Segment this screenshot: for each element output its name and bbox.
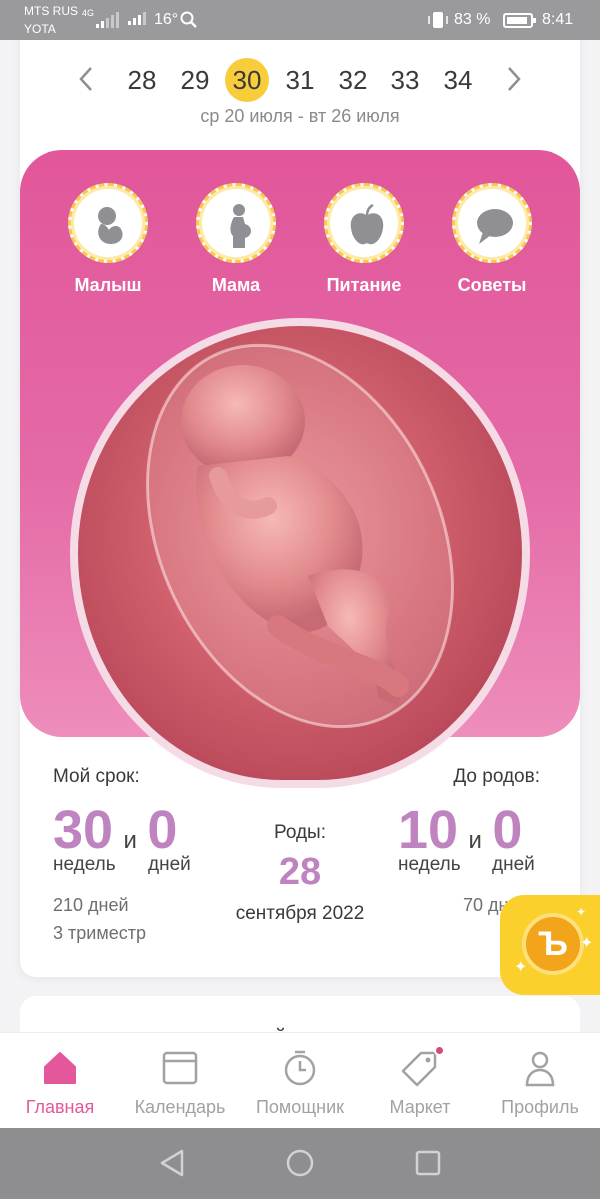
week-date-range: ср 20 июля - вт 26 июля: [200, 106, 400, 126]
week-31[interactable]: 31: [278, 58, 322, 102]
category-nutrition[interactable]: Питание: [324, 183, 404, 296]
week-29[interactable]: 29: [173, 58, 217, 102]
week-34[interactable]: 34: [436, 58, 480, 102]
until-and: и: [468, 827, 482, 854]
until-weeks-unit: недель: [398, 854, 461, 875]
tab-assistant-label: Помощник: [255, 1097, 344, 1117]
week-33[interactable]: 33: [383, 58, 427, 102]
tab-calendar-label: Календарь: [134, 1097, 226, 1117]
tab-market[interactable]: Маркет: [360, 1033, 480, 1129]
signal-icon: [96, 12, 119, 28]
system-navigation-bar: [0, 1128, 600, 1199]
temperature: 16°: [154, 11, 179, 28]
tab-profile[interactable]: Профиль: [480, 1033, 600, 1129]
my-term-values: 30 и 0: [53, 802, 177, 858]
next-week-button[interactable]: [506, 66, 522, 97]
term-weeks-value: 30: [53, 800, 114, 860]
week-32[interactable]: 32: [331, 58, 375, 102]
prev-week-button[interactable]: [78, 66, 94, 97]
battery-icon: [503, 13, 536, 28]
my-term-label: Мой срок:: [53, 766, 140, 787]
until-birth-values: 10 и 0: [398, 802, 522, 858]
market-notification-dot: [434, 1045, 445, 1056]
carrier-yota: YOTA: [24, 22, 56, 36]
term-total-days: 210 дней: [53, 895, 129, 915]
sparkle-icon-small: ✦: [576, 905, 587, 919]
vibrate-icon: [428, 12, 448, 28]
sparkle-icon-right: ✦: [580, 935, 594, 952]
recents-icon[interactable]: [414, 1148, 442, 1178]
stopwatch-icon: [284, 1050, 316, 1086]
signal-icon-2: [128, 12, 146, 25]
category-tips-label: Советы: [457, 275, 527, 295]
search-icon: [180, 11, 197, 28]
chat-bubble-icon: [477, 209, 513, 244]
category-mom-label: Мама: [211, 275, 261, 295]
back-icon[interactable]: [158, 1148, 186, 1178]
until-days-unit: дней: [492, 854, 535, 875]
category-nutrition-label: Питание: [326, 275, 402, 295]
term-days-unit: дней: [148, 854, 191, 875]
clock: 8:41: [542, 11, 574, 28]
week-30-selected[interactable]: 30: [225, 58, 269, 102]
birth-month-year: сентября 2022: [235, 903, 365, 924]
until-weeks-value: 10: [398, 800, 459, 860]
week-info-panel: Малыш Мама Питание Советы: [20, 150, 580, 788]
until-days-value: 0: [492, 800, 523, 860]
tab-home[interactable]: Главная: [0, 1033, 120, 1129]
bonus-coin-icon: Ъ: [522, 913, 584, 975]
term-trimester: 3 триместр: [53, 923, 146, 943]
bonus-coin-button[interactable]: Ъ ✦ ✦ ✦: [500, 895, 600, 995]
birth-label: Роды:: [273, 822, 326, 843]
my-term-block: Мой срок:: [53, 766, 140, 788]
pregnancy-card: 28 29 30 31 32 33 34 ср 20 июля - вт 26 …: [20, 20, 580, 977]
calendar-icon: [162, 1051, 198, 1085]
birth-day: 28: [278, 851, 322, 893]
week-28[interactable]: 28: [120, 58, 164, 102]
profile-icon: [525, 1051, 555, 1087]
home-icon: [44, 1052, 76, 1084]
tab-market-label: Маркет: [389, 1097, 451, 1117]
home-circle-icon[interactable]: [285, 1148, 315, 1178]
status-bar: MTS RUS YOTA 4G 16° 83 % 8:41: [0, 0, 600, 40]
fetus-illustration[interactable]: [70, 318, 530, 788]
bottom-tab-bar: Главная Календарь Помощник Маркет Профил…: [0, 1032, 600, 1128]
network-type: 4G: [82, 8, 95, 18]
term-days-value: 0: [147, 800, 178, 860]
tab-profile-label: Профиль: [501, 1097, 579, 1117]
category-mom[interactable]: Мама: [196, 183, 276, 296]
until-birth-block: До родов:: [420, 766, 540, 788]
carrier-mts: MTS RUS: [24, 4, 78, 18]
sparkle-icon: ✦: [514, 959, 528, 976]
until-birth-label: До родов:: [453, 766, 540, 787]
price-tag-icon: [401, 1051, 437, 1087]
pregnant-woman-icon: [230, 204, 251, 248]
category-baby-label: Малыш: [74, 275, 142, 295]
baby-icon: [98, 207, 123, 244]
tab-home-label: Главная: [25, 1097, 95, 1117]
apple-icon: [350, 203, 384, 245]
category-tips[interactable]: Советы: [452, 183, 532, 296]
tab-calendar[interactable]: Календарь: [120, 1033, 240, 1129]
tab-assistant[interactable]: Помощник: [240, 1033, 360, 1129]
term-weeks-unit: недель: [53, 854, 116, 875]
battery-percent: 83 %: [454, 11, 491, 28]
term-and: и: [123, 827, 137, 854]
week-selector: 28 29 30 31 32 33 34: [20, 58, 580, 102]
birth-block: Роды: 28: [225, 822, 375, 894]
category-baby[interactable]: Малыш: [68, 183, 148, 296]
